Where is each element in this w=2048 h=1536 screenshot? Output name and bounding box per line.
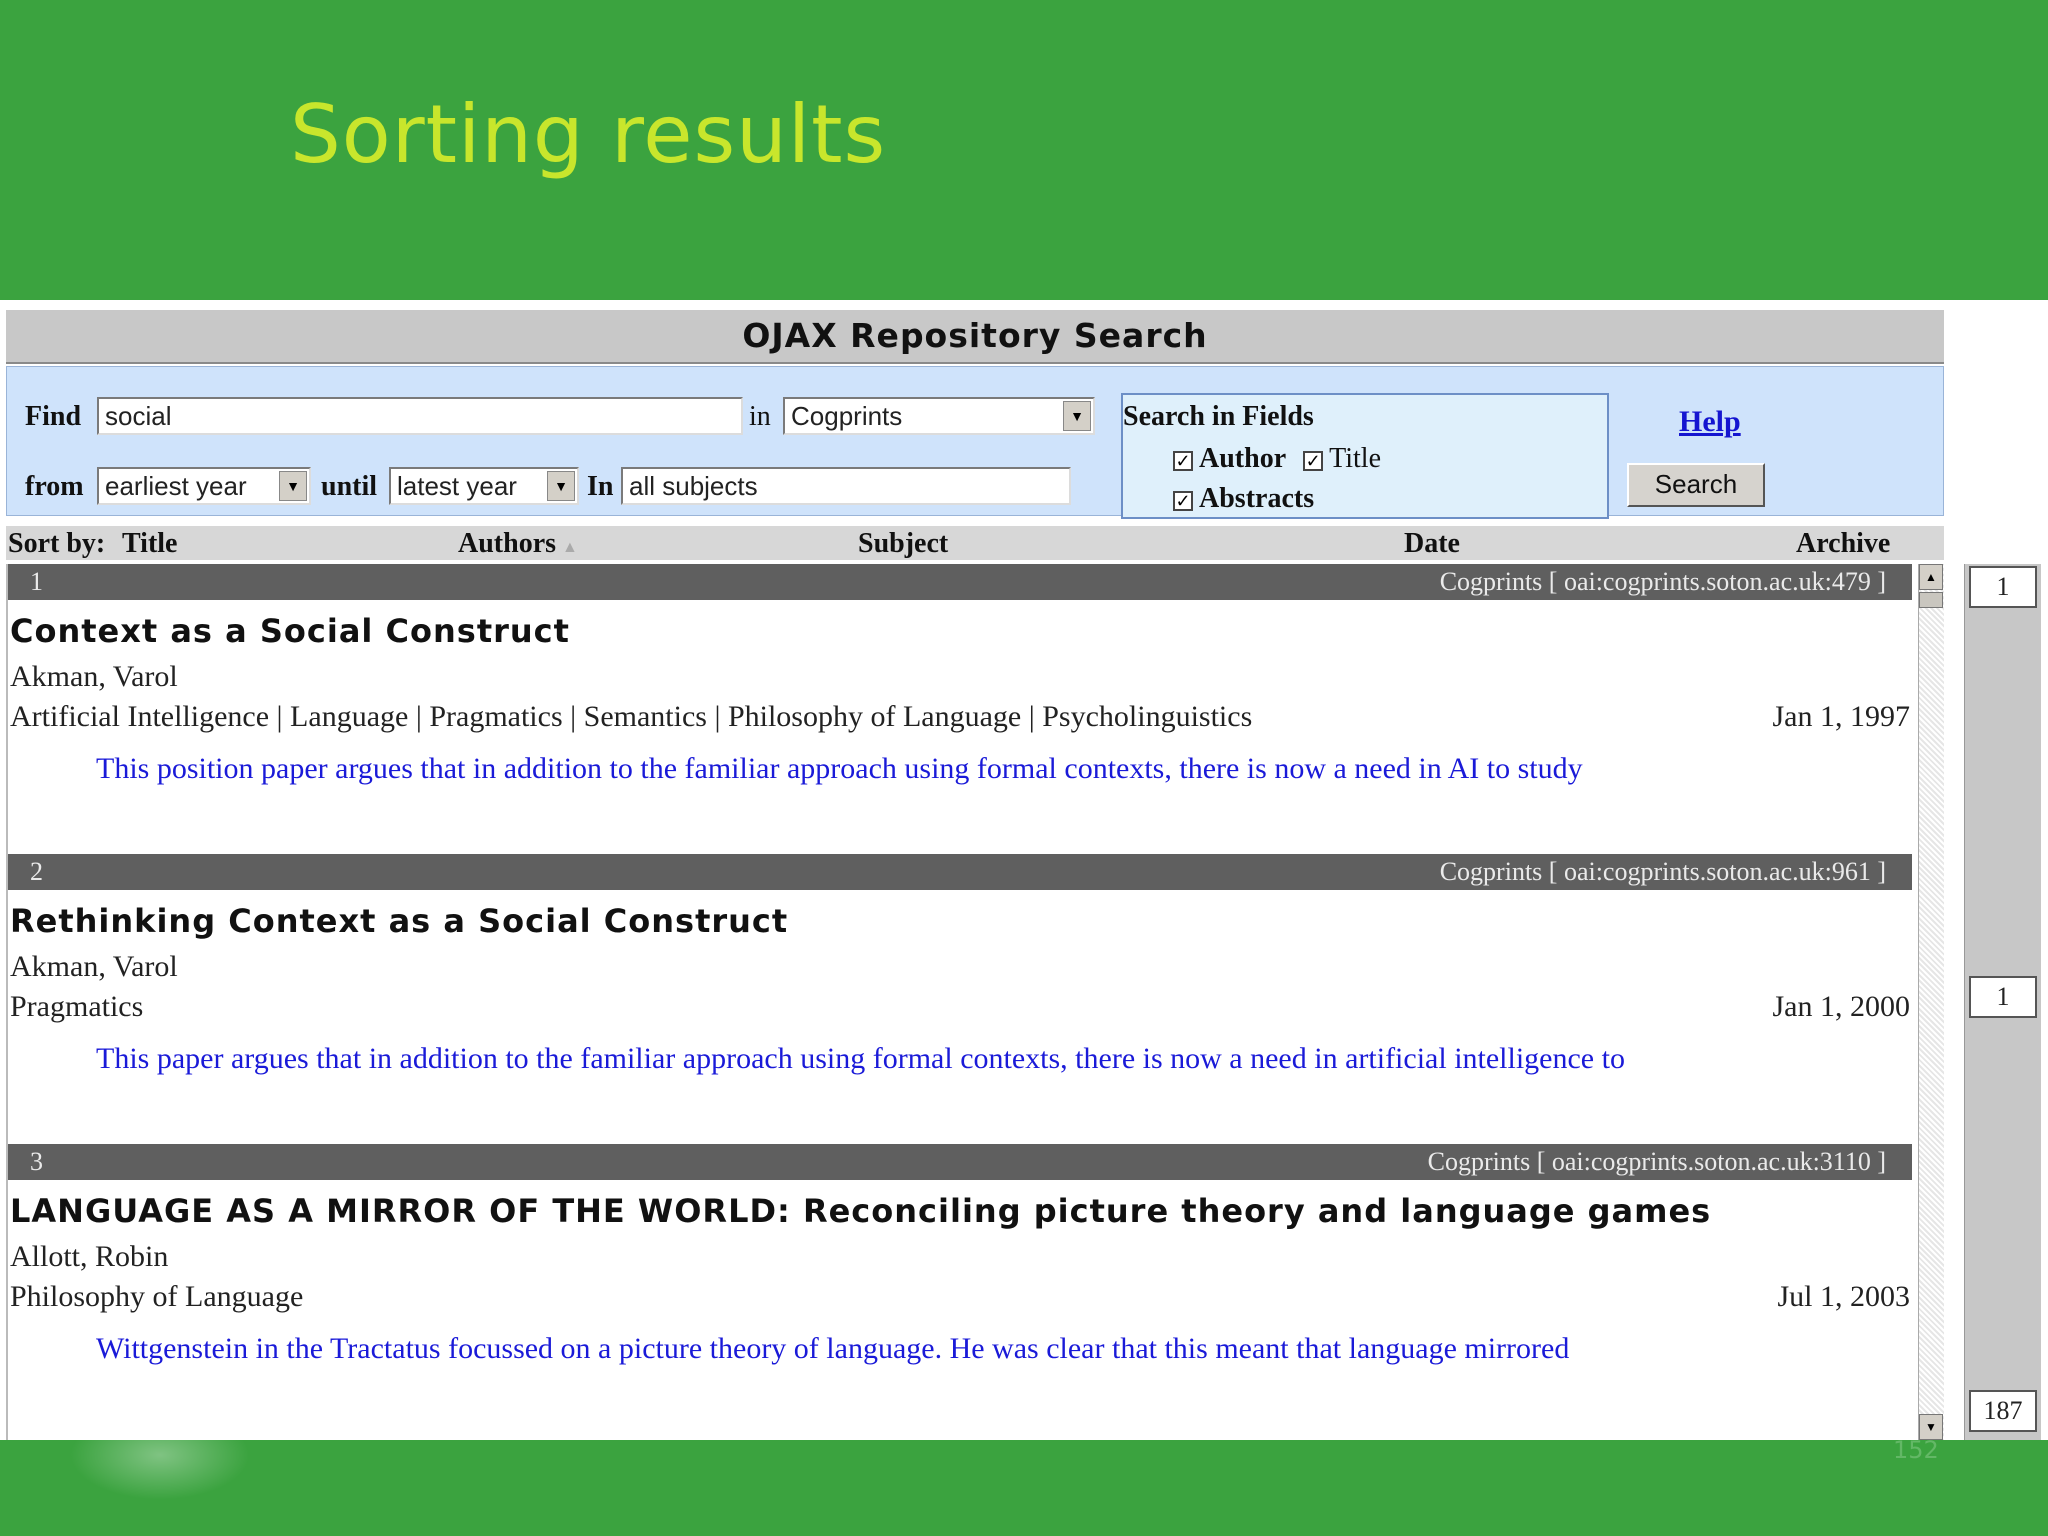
result-date: Jan 1, 2000 — [1772, 990, 1911, 1023]
result-abstract[interactable]: This paper argues that in addition to th… — [96, 1042, 1896, 1076]
author-field-option: ✓ Author ✓ Title — [1173, 443, 1381, 475]
sort-subject[interactable]: Subject — [858, 528, 948, 560]
result-number: 3 — [30, 1147, 43, 1176]
search-panel: Find social in Cogprints ▼ from earliest… — [6, 366, 1944, 519]
abstracts-field-option: ✓ Abstracts — [1173, 483, 1314, 515]
sort-authors-label: Authors — [458, 528, 557, 559]
result-author: Akman, Varol — [10, 660, 178, 693]
chevron-down-icon[interactable]: ▼ — [1063, 401, 1091, 431]
scroll-down-icon[interactable]: ▼ — [1919, 1414, 1943, 1440]
result-author: Allott, Robin — [10, 1240, 169, 1273]
abstracts-checkbox[interactable]: ✓ — [1173, 490, 1193, 511]
title-checkbox[interactable]: ✓ — [1303, 450, 1324, 471]
pager-current-marker[interactable]: 1 — [1969, 976, 2037, 1018]
results-scrollbar[interactable]: ▲ ▼ — [1918, 564, 1944, 1440]
in-subject-label: In — [587, 471, 614, 502]
result-date: Jul 1, 2003 — [1777, 1280, 1910, 1313]
result-title[interactable]: Context as a Social Construct — [10, 612, 570, 650]
until-year-value: latest year — [397, 471, 517, 501]
pager-top-marker[interactable]: 1 — [1969, 566, 2037, 608]
help-link[interactable]: Help — [1679, 405, 1741, 439]
pager-bottom-marker[interactable]: 187 — [1969, 1390, 2037, 1432]
author-checkbox[interactable]: ✓ — [1173, 450, 1193, 471]
result-header: 2 Cogprints [ oai:cogprints.soton.ac.uk:… — [8, 854, 1912, 890]
chevron-down-icon[interactable]: ▼ — [279, 471, 307, 501]
result-title[interactable]: LANGUAGE AS A MIRROR OF THE WORLD: Recon… — [10, 1192, 1711, 1230]
app-title: OJAX Repository Search — [6, 310, 1944, 364]
title-checkbox-label: Title — [1329, 443, 1382, 474]
slide-title: Sorting results — [290, 88, 887, 181]
sort-archive[interactable]: Archive — [1796, 528, 1890, 560]
sort-by-label: Sort by: — [8, 528, 106, 559]
until-label: until — [321, 471, 378, 502]
sort-authors[interactable]: Authors ▲ — [458, 528, 578, 560]
result-item: 1 Cogprints [ oai:cogprints.soton.ac.uk:… — [8, 564, 1912, 854]
result-archive-id: Cogprints [ oai:cogprints.soton.ac.uk:47… — [1439, 567, 1886, 596]
result-author: Akman, Varol — [10, 950, 178, 983]
subject-input[interactable]: all subjects — [621, 467, 1071, 505]
result-archive-id: Cogprints [ oai:cogprints.soton.ac.uk:96… — [1439, 857, 1886, 886]
search-fields-box: Search in Fields ✓ Author ✓ Title ✓ Abstrac… — [1121, 393, 1609, 519]
ojax-app: OJAX Repository Search Find social in Co… — [6, 310, 1944, 1440]
result-subject: Artificial Intelligence | Language | Pra… — [10, 700, 1253, 733]
result-item: 3 Cogprints [ oai:cogprints.soton.ac.uk:… — [8, 1144, 1912, 1434]
result-abstract[interactable]: This position paper argues that in addit… — [96, 752, 1896, 786]
page-scroller[interactable]: 1 1 187 — [1964, 564, 2041, 1440]
from-year-select[interactable]: earliest year ▼ — [97, 467, 311, 505]
results-list: 1 Cogprints [ oai:cogprints.soton.ac.uk:… — [6, 564, 1920, 1440]
find-label: Find — [25, 401, 82, 432]
result-number: 1 — [30, 567, 43, 596]
result-subject: Philosophy of Language — [10, 1280, 304, 1313]
author-checkbox-label: Author — [1199, 443, 1287, 474]
result-title[interactable]: Rethinking Context as a Social Construct — [10, 902, 788, 940]
search-button[interactable]: Search — [1627, 463, 1765, 507]
result-subject: Pragmatics — [10, 990, 144, 1023]
abstracts-checkbox-label: Abstracts — [1199, 483, 1315, 514]
repository-value: Cogprints — [791, 401, 903, 431]
search-fields-heading: Search in Fields — [1123, 401, 1314, 432]
scroll-up-icon[interactable]: ▲ — [1919, 564, 1943, 590]
until-year-select[interactable]: latest year ▼ — [389, 467, 579, 505]
result-number: 2 — [30, 857, 43, 886]
result-item: 2 Cogprints [ oai:cogprints.soton.ac.uk:… — [8, 854, 1912, 1144]
sort-title[interactable]: Title — [122, 528, 177, 560]
sort-bar: Sort by: Title Authors ▲ Subject Date Arc… — [6, 526, 1944, 560]
slide-page-number: 152 — [1893, 1436, 1939, 1464]
from-year-value: earliest year — [105, 471, 247, 501]
sort-date[interactable]: Date — [1404, 528, 1460, 560]
sort-ascending-icon: ▲ — [562, 539, 578, 556]
from-label: from — [25, 471, 84, 502]
in-label: in — [749, 401, 771, 432]
result-abstract[interactable]: Wittgenstein in the Tractatus focussed o… — [96, 1332, 1896, 1366]
find-input[interactable]: social — [97, 397, 743, 435]
chevron-down-icon[interactable]: ▼ — [547, 471, 575, 501]
result-header: 1 Cogprints [ oai:cogprints.soton.ac.uk:… — [8, 564, 1912, 600]
result-header: 3 Cogprints [ oai:cogprints.soton.ac.uk:… — [8, 1144, 1912, 1180]
scrollbar-thumb[interactable] — [1919, 592, 1943, 608]
result-archive-id: Cogprints [ oai:cogprints.soton.ac.uk:31… — [1427, 1147, 1886, 1176]
repository-select[interactable]: Cogprints ▼ — [783, 397, 1095, 435]
result-date: Jan 1, 1997 — [1772, 700, 1911, 733]
